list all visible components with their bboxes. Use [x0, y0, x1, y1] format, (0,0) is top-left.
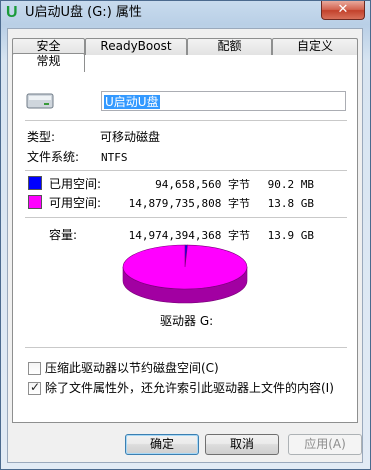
type-value: 可移动磁盘 [100, 130, 161, 144]
removable-drive-icon [26, 93, 54, 109]
tab-readyboost[interactable]: ReadyBoost [85, 38, 187, 55]
capacity-label: 容量: [49, 228, 78, 242]
apply-button[interactable]: 应用(A) [288, 434, 362, 455]
title-bar[interactable]: U U启动U盘 (G:) 属性 ✕ [1, 1, 370, 27]
pie-slice-free [122, 244, 248, 290]
used-space-bytes: 94,658,560 字节 [155, 178, 250, 191]
compress-drive-label[interactable]: 压缩此驱动器以节约磁盘空间(C) [45, 361, 219, 375]
window-title: U启动U盘 (G:) 属性 [25, 5, 142, 20]
drive-name-input[interactable]: U启动U盘 [101, 91, 346, 111]
used-space-label: 已用空间: [49, 177, 102, 191]
checkmark-icon: ✓ [30, 380, 41, 394]
cancel-button[interactable]: 取消 [205, 434, 279, 455]
free-space-swatch [28, 195, 42, 209]
tab-general[interactable]: 常规 [12, 53, 85, 72]
used-space-swatch [28, 176, 42, 190]
type-label: 类型: [27, 130, 56, 144]
close-button[interactable]: ✕ [321, 1, 365, 20]
filesystem-value: NTFS [101, 151, 128, 164]
filesystem-label: 文件系统: [27, 150, 80, 164]
separator [25, 347, 347, 348]
separator [25, 120, 347, 121]
index-content-label[interactable]: 除了文件属性外，还允许索引此驱动器上文件的内容(I) [45, 381, 334, 395]
capacity-size: 13.9 GB [267, 229, 314, 242]
tab-customize[interactable]: 自定义 [272, 38, 358, 55]
free-space-label: 可用空间: [49, 196, 102, 210]
tab-quota[interactable]: 配额 [187, 38, 272, 55]
drive-name-text: U启动U盘 [104, 95, 160, 109]
free-space-bytes: 14,879,735,808 字节 [128, 197, 250, 210]
separator [25, 217, 347, 218]
separator [25, 170, 347, 171]
index-content-checkbox[interactable]: ✓ [28, 380, 41, 395]
used-space-size: 90.2 MB [267, 178, 314, 191]
free-space-size: 13.8 GB [267, 197, 314, 210]
compress-drive-checkbox[interactable] [28, 362, 41, 375]
drive-letter-label: 驱动器 G: [160, 314, 214, 328]
disk-usage-pie-chart [122, 244, 248, 304]
ok-button[interactable]: 确定 [125, 434, 199, 455]
usb-drive-app-icon: U [6, 4, 18, 21]
